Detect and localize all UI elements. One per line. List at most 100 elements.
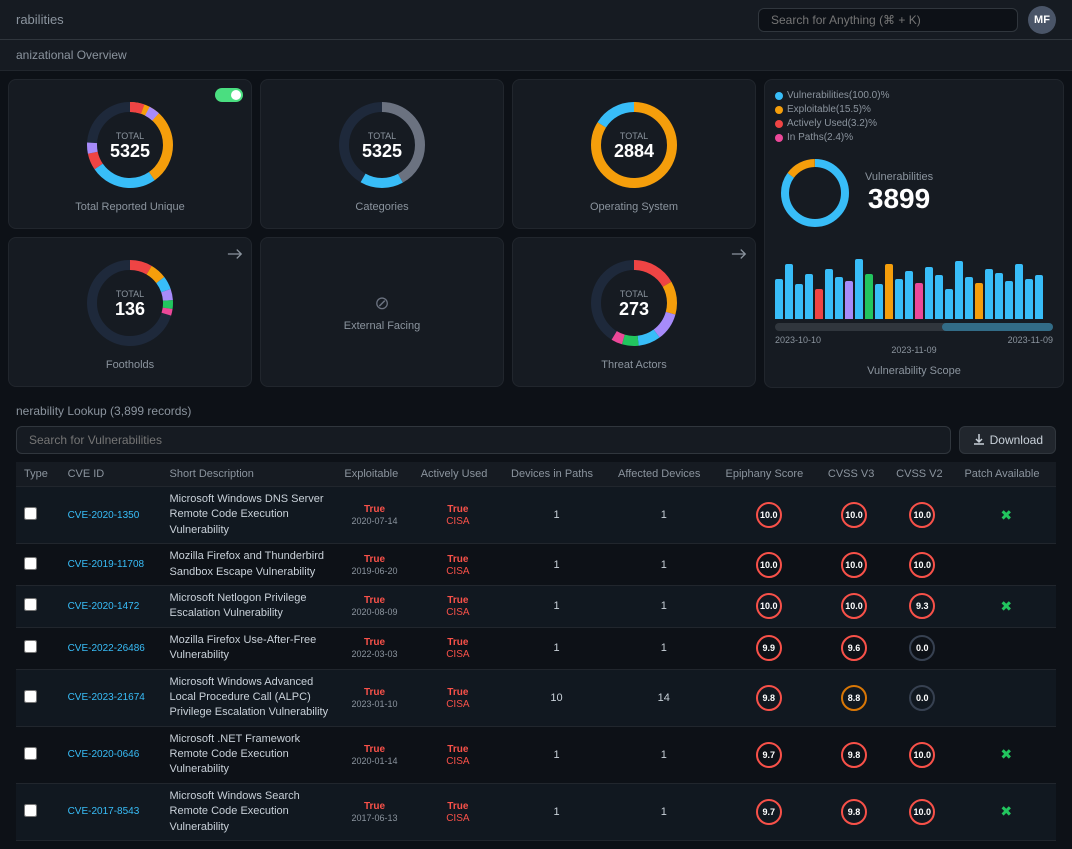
row-checkbox[interactable] <box>24 747 37 760</box>
table-row: CVE-2020-1472 Microsoft Netlogon Privile… <box>16 585 1056 627</box>
lookup-section: nerability Lookup (3,899 records) Downlo… <box>0 396 1072 849</box>
svg-text:2884: 2884 <box>614 141 654 161</box>
bar-4 <box>805 274 813 319</box>
svg-text:TOTAL: TOTAL <box>368 131 396 141</box>
cell-cve: CVE-2022-26486 <box>60 627 162 669</box>
cell-epiphany: 9.9 <box>718 627 820 669</box>
cell-affected: 14 <box>610 669 717 726</box>
app-title: rabilities <box>16 12 64 27</box>
legend-dot-exploit <box>775 106 783 114</box>
card-title-threat-actors: Threat Actors <box>601 359 666 371</box>
card-operating-system: TOTAL 2884 Operating System <box>512 79 756 229</box>
score-circle: 0.0 <box>909 635 935 661</box>
card-threat-actors: TOTAL 273 Threat Actors <box>512 237 756 387</box>
card-external-facing: ⊘ External Facing <box>260 237 504 387</box>
cell-patch: ✖ <box>956 783 1056 840</box>
score-circle: 10.0 <box>756 502 782 528</box>
score-circle: 10.0 <box>909 552 935 578</box>
cell-cvss-v2: 0.0 <box>888 669 956 726</box>
bar-labels: 2023-10-10 2023-11-09 <box>775 335 1053 345</box>
dashboard-cards: TOTAL 5325 Total Reported Unique TOTAL 5… <box>8 79 756 388</box>
avatar[interactable]: MF <box>1028 6 1056 34</box>
cell-cvss-v3: 10.0 <box>820 585 888 627</box>
row-checkbox[interactable] <box>24 640 37 653</box>
table-row: CVE-2019-11708 Mozilla Firefox and Thund… <box>16 544 1056 586</box>
cell-cvss-v3: 10.0 <box>820 544 888 586</box>
download-button[interactable]: Download <box>959 426 1056 454</box>
cell-actively-used: TrueCISA <box>413 487 503 544</box>
global-search-input[interactable] <box>758 8 1018 32</box>
row-checkbox[interactable] <box>24 507 37 520</box>
cell-actively-used: TrueCISA <box>413 585 503 627</box>
score-circle: 9.8 <box>756 685 782 711</box>
cell-patch: ✖ <box>956 585 1056 627</box>
score-circle: 9.3 <box>909 593 935 619</box>
legend-dot-vuln <box>775 92 783 100</box>
col-type: Type <box>16 462 60 487</box>
row-checkbox[interactable] <box>24 598 37 611</box>
svg-text:5325: 5325 <box>110 141 150 161</box>
bar-22 <box>985 269 993 319</box>
score-circle: 9.8 <box>841 799 867 825</box>
cell-cve: CVE-2020-1350 <box>60 487 162 544</box>
cell-devices-paths: 1 <box>503 544 610 586</box>
cell-actively-used: TrueCISA <box>413 726 503 783</box>
svg-text:136: 136 <box>115 299 145 319</box>
score-circle: 9.9 <box>756 635 782 661</box>
cell-cve: CVE-2023-21674 <box>60 669 162 726</box>
row-checkbox[interactable] <box>24 557 37 570</box>
cell-exploitable: True2020-08-09 <box>336 585 412 627</box>
score-circle: 10.0 <box>841 593 867 619</box>
lookup-search-input[interactable] <box>16 426 951 454</box>
cell-cvss-v2: 10.0 <box>888 487 956 544</box>
cell-cve: CVE-2017-8543 <box>60 783 162 840</box>
row-checkbox[interactable] <box>24 690 37 703</box>
cell-actively-used: TrueCISA <box>413 544 503 586</box>
donut-chart-categories: TOTAL 5325 <box>332 95 432 195</box>
threat-actors-arrow-icon[interactable] <box>731 246 747 265</box>
vuln-overview: Vulnerabilities 3899 <box>775 153 1053 233</box>
card-title-categories: Categories <box>355 201 408 213</box>
header-right: MF <box>758 6 1056 34</box>
table-row: CVE-2022-26486 Mozilla Firefox Use-After… <box>16 627 1056 669</box>
header: rabilities MF <box>0 0 1072 40</box>
cell-patch <box>956 544 1056 586</box>
score-circle: 10.0 <box>909 502 935 528</box>
col-actively-used: Actively Used <box>413 462 503 487</box>
cell-epiphany: 10.0 <box>718 585 820 627</box>
patch-available-icon: ✖ <box>1000 507 1012 523</box>
toggle-switch[interactable] <box>215 88 243 102</box>
cell-patch <box>956 669 1056 726</box>
cell-cvss-v3: 10.0 <box>820 487 888 544</box>
cell-cvss-v2: 10.0 <box>888 783 956 840</box>
donut-chart-threat-actors: TOTAL 273 <box>584 253 684 353</box>
col-patch: Patch Available <box>956 462 1056 487</box>
score-circle: 9.8 <box>841 742 867 768</box>
cell-epiphany: 9.7 <box>718 783 820 840</box>
cell-epiphany: 9.7 <box>718 726 820 783</box>
col-epiphany: Epiphany Score <box>718 462 820 487</box>
vuln-count: 3899 <box>865 183 933 215</box>
cell-epiphany: 10.0 <box>718 487 820 544</box>
footholds-arrow-icon[interactable] <box>227 246 243 265</box>
card-total-reported: TOTAL 5325 Total Reported Unique <box>8 79 252 229</box>
bar-18 <box>945 289 953 319</box>
cell-desc: Microsoft .NET Framework Remote Code Exe… <box>162 726 337 783</box>
cell-devices-paths: 1 <box>503 585 610 627</box>
bar-9 <box>855 259 863 319</box>
row-checkbox[interactable] <box>24 804 37 817</box>
bar-3 <box>795 284 803 319</box>
score-circle: 10.0 <box>756 552 782 578</box>
col-desc: Short Description <box>162 462 337 487</box>
bar-16 <box>925 267 933 319</box>
range-bar[interactable] <box>775 323 1053 331</box>
bar-chart-center-label: 2023-11-09 <box>775 345 1053 355</box>
bar-20 <box>965 277 973 319</box>
cell-affected: 1 <box>610 544 717 586</box>
cell-devices-paths: 1 <box>503 726 610 783</box>
svg-text:TOTAL: TOTAL <box>116 289 144 299</box>
card-title-external: External Facing <box>344 320 420 332</box>
table-row: CVE-2023-21674 Microsoft Windows Advance… <box>16 669 1056 726</box>
cell-devices-paths: 1 <box>503 627 610 669</box>
score-circle: 9.7 <box>756 799 782 825</box>
